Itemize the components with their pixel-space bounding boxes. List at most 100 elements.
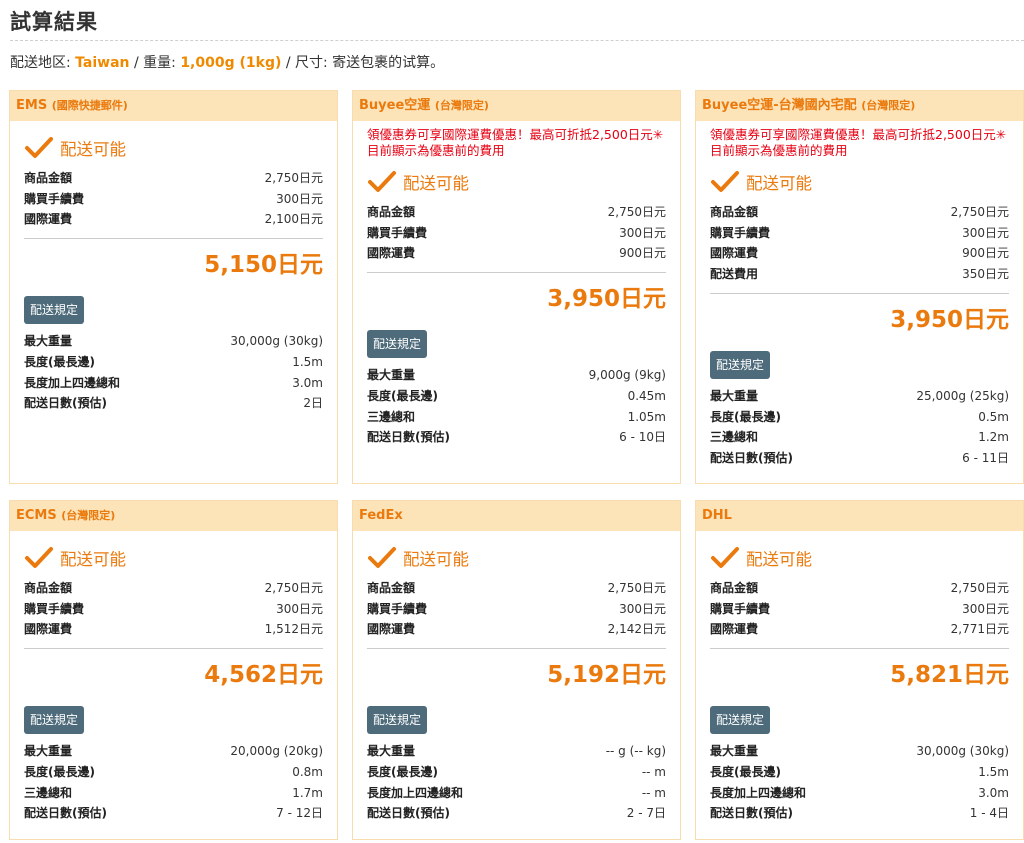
- fee-label: 商品金額: [367, 205, 416, 219]
- summary-weight: 1,000g: [180, 55, 235, 71]
- fee-value: 2,771日元: [950, 622, 1009, 637]
- fee-label: 購買手續費: [367, 601, 428, 616]
- spec-row: 長度(最長邊) 0.8m: [24, 762, 323, 783]
- status-label: 配送可能: [403, 550, 469, 569]
- page-title: 試算結果: [10, 10, 98, 34]
- spec-row: 最大重量 20,000g (20kg): [24, 741, 323, 762]
- spec-list: 最大重量 9,000g (9kg) 長度(最長邊) 0.45m 三邊總和 1.05m 配送日…: [367, 365, 666, 448]
- fee-label: 購買手續費: [24, 601, 85, 616]
- spec-row: 最大重量 -- g (-- kg): [367, 741, 666, 762]
- fee-row: 配送費用 350日元: [710, 264, 1009, 285]
- spec-value: 1.05m: [627, 409, 666, 424]
- spec-value: 3.0m: [978, 785, 1009, 800]
- card-header: ECMS (台灣限定): [10, 501, 337, 531]
- spec-row: 最大重量 9,000g (9kg): [367, 365, 666, 386]
- spec-label: 最大重量: [710, 744, 759, 759]
- fee-value: 900日元: [619, 246, 666, 261]
- fee-label: 商品金額: [367, 581, 416, 595]
- fee-row: 購買手續費 300日元: [367, 223, 666, 244]
- fee-value: 2,750日元: [264, 171, 323, 185]
- fee-value: 2,750日元: [950, 581, 1009, 595]
- spec-label: 最大重量: [367, 744, 416, 759]
- spec-label: 配送日數(預估): [710, 806, 793, 821]
- card-header: EMS (國際快捷郵件): [10, 91, 337, 121]
- fee-value: 300日元: [276, 601, 323, 616]
- shipping-card-ems: EMS (國際快捷郵件) 配送可能 商品金額 2,750日元 購買手續費 300日元 國際運…: [9, 90, 338, 484]
- fee-value: 2,750日元: [607, 205, 666, 219]
- card-body: 配送可能 商品金額 2,750日元 購買手續費 300日元 國際運費 2,771日元 5,82…: [696, 531, 1023, 834]
- spec-label: 長度(最長邊): [367, 764, 438, 779]
- checkmark-icon: [368, 171, 396, 192]
- spec-row: 最大重量 25,000g (25kg): [710, 386, 1009, 407]
- spec-label: 長度(最長邊): [710, 409, 781, 424]
- carrier-name: ECMS: [16, 508, 57, 523]
- fee-row: 購買手續費 300日元: [710, 223, 1009, 244]
- card-body: 配送可能 商品金額 2,750日元 購買手續費 300日元 國際運費 2,100日元 5,15…: [10, 121, 337, 424]
- fee-row: 商品金額 2,750日元: [367, 578, 666, 599]
- fee-label: 國際運費: [710, 246, 759, 261]
- status-label: 配送可能: [60, 550, 126, 569]
- shipping-rules-button[interactable]: 配送規定: [367, 330, 428, 359]
- fee-label: 購買手續費: [24, 191, 85, 206]
- spec-value: 1.5m: [978, 764, 1009, 779]
- card-body: 配送可能 商品金額 2,750日元 購買手續費 300日元 國際運費 2,142日元 5,19…: [353, 531, 680, 834]
- fee-row: 商品金額 2,750日元: [710, 578, 1009, 599]
- spec-row: 長度加上四邊總和 3.0m: [24, 373, 323, 394]
- spec-value: 3.0m: [292, 375, 323, 390]
- fee-list: 商品金額 2,750日元購買手續費 300日元 國際運費 900日元: [367, 202, 666, 264]
- spec-label: 配送日數(預估): [710, 451, 793, 466]
- summary-weight-label: / 重量:: [129, 55, 181, 71]
- shipping-rules-button[interactable]: 配送規定: [24, 706, 85, 735]
- fee-value: 300日元: [619, 225, 666, 240]
- fee-row: 國際運費 1,512日元: [24, 619, 323, 640]
- fee-row: 國際運費 2,142日元: [367, 619, 666, 640]
- spec-value: 1.2m: [978, 430, 1009, 445]
- carrier-name: DHL: [702, 508, 732, 523]
- delivery-status: 配送可能: [24, 541, 323, 575]
- fee-divider: [710, 648, 1009, 650]
- delivery-status: 配送可能: [710, 165, 1009, 199]
- fee-value: 2,750日元: [607, 581, 666, 595]
- spec-value: 0.5m: [978, 409, 1009, 424]
- shipping-rules-button[interactable]: 配送規定: [710, 706, 771, 735]
- carrier-note: (台灣限定): [861, 99, 916, 112]
- fee-row: 國際運費 2,771日元: [710, 619, 1009, 640]
- fee-label: 國際運費: [710, 622, 759, 637]
- spec-label: 配送日數(預估): [24, 806, 107, 821]
- spec-list: 最大重量 25,000g (25kg) 長度(最長邊) 0.5m 三邊總和 1.2m 配送日…: [710, 386, 1009, 469]
- fee-row: 國際運費 900日元: [710, 243, 1009, 264]
- summary-paren-open: (: [234, 55, 246, 71]
- shipping-rules-button[interactable]: 配送規定: [24, 296, 85, 325]
- spec-label: 長度加上四邊總和: [24, 375, 121, 390]
- spec-value: 2日: [303, 396, 323, 411]
- spec-label: 三邊總和: [24, 785, 73, 800]
- spec-value: 1.7m: [292, 785, 323, 800]
- spec-row: 三邊總和 1.05m: [367, 407, 666, 428]
- fee-label: 國際運費: [367, 622, 416, 637]
- spec-value: 30,000g (30kg): [916, 744, 1009, 759]
- checkmark-icon: [25, 547, 53, 568]
- fee-row: 商品金額 2,750日元: [710, 202, 1009, 223]
- fee-divider: [24, 238, 323, 240]
- fee-row: 商品金額 2,750日元: [24, 168, 323, 189]
- fee-list: 商品金額 2,750日元 購買手續費 300日元國際運費 2,771日元: [710, 578, 1009, 640]
- delivery-status: 配送可能: [710, 541, 1009, 575]
- title-divider: [10, 40, 1024, 41]
- shipping-rules-button[interactable]: 配送規定: [710, 350, 771, 379]
- spec-row: 配送日數(預估) 6 - 10日: [367, 427, 666, 448]
- spec-value: 7 - 12日: [276, 806, 323, 821]
- delivery-status: 配送可能: [24, 131, 323, 165]
- fee-row: 國際運費 900日元: [367, 243, 666, 264]
- fee-row: 購買手續費 300日元: [367, 599, 666, 620]
- fee-label: 配送費用: [710, 267, 759, 282]
- spec-list: 最大重量 -- g (-- kg) 長度(最長邊) -- m 長度加上四邊總和 -- m 配…: [367, 741, 666, 824]
- spec-label: 配送日數(預估): [367, 806, 450, 821]
- shipping-rules-button[interactable]: 配送規定: [367, 706, 428, 735]
- spec-label: 長度(最長邊): [24, 354, 95, 369]
- spec-row: 最大重量 30,000g (30kg): [710, 741, 1009, 762]
- carrier-name: Buyee空運-台灣國內宅配: [702, 98, 857, 113]
- spec-row: 長度加上四邊總和 3.0m: [710, 783, 1009, 804]
- status-label: 配送可能: [746, 174, 812, 193]
- fee-row: 購買手續費 300日元: [710, 599, 1009, 620]
- spec-row: 長度(最長邊) 1.5m: [24, 352, 323, 373]
